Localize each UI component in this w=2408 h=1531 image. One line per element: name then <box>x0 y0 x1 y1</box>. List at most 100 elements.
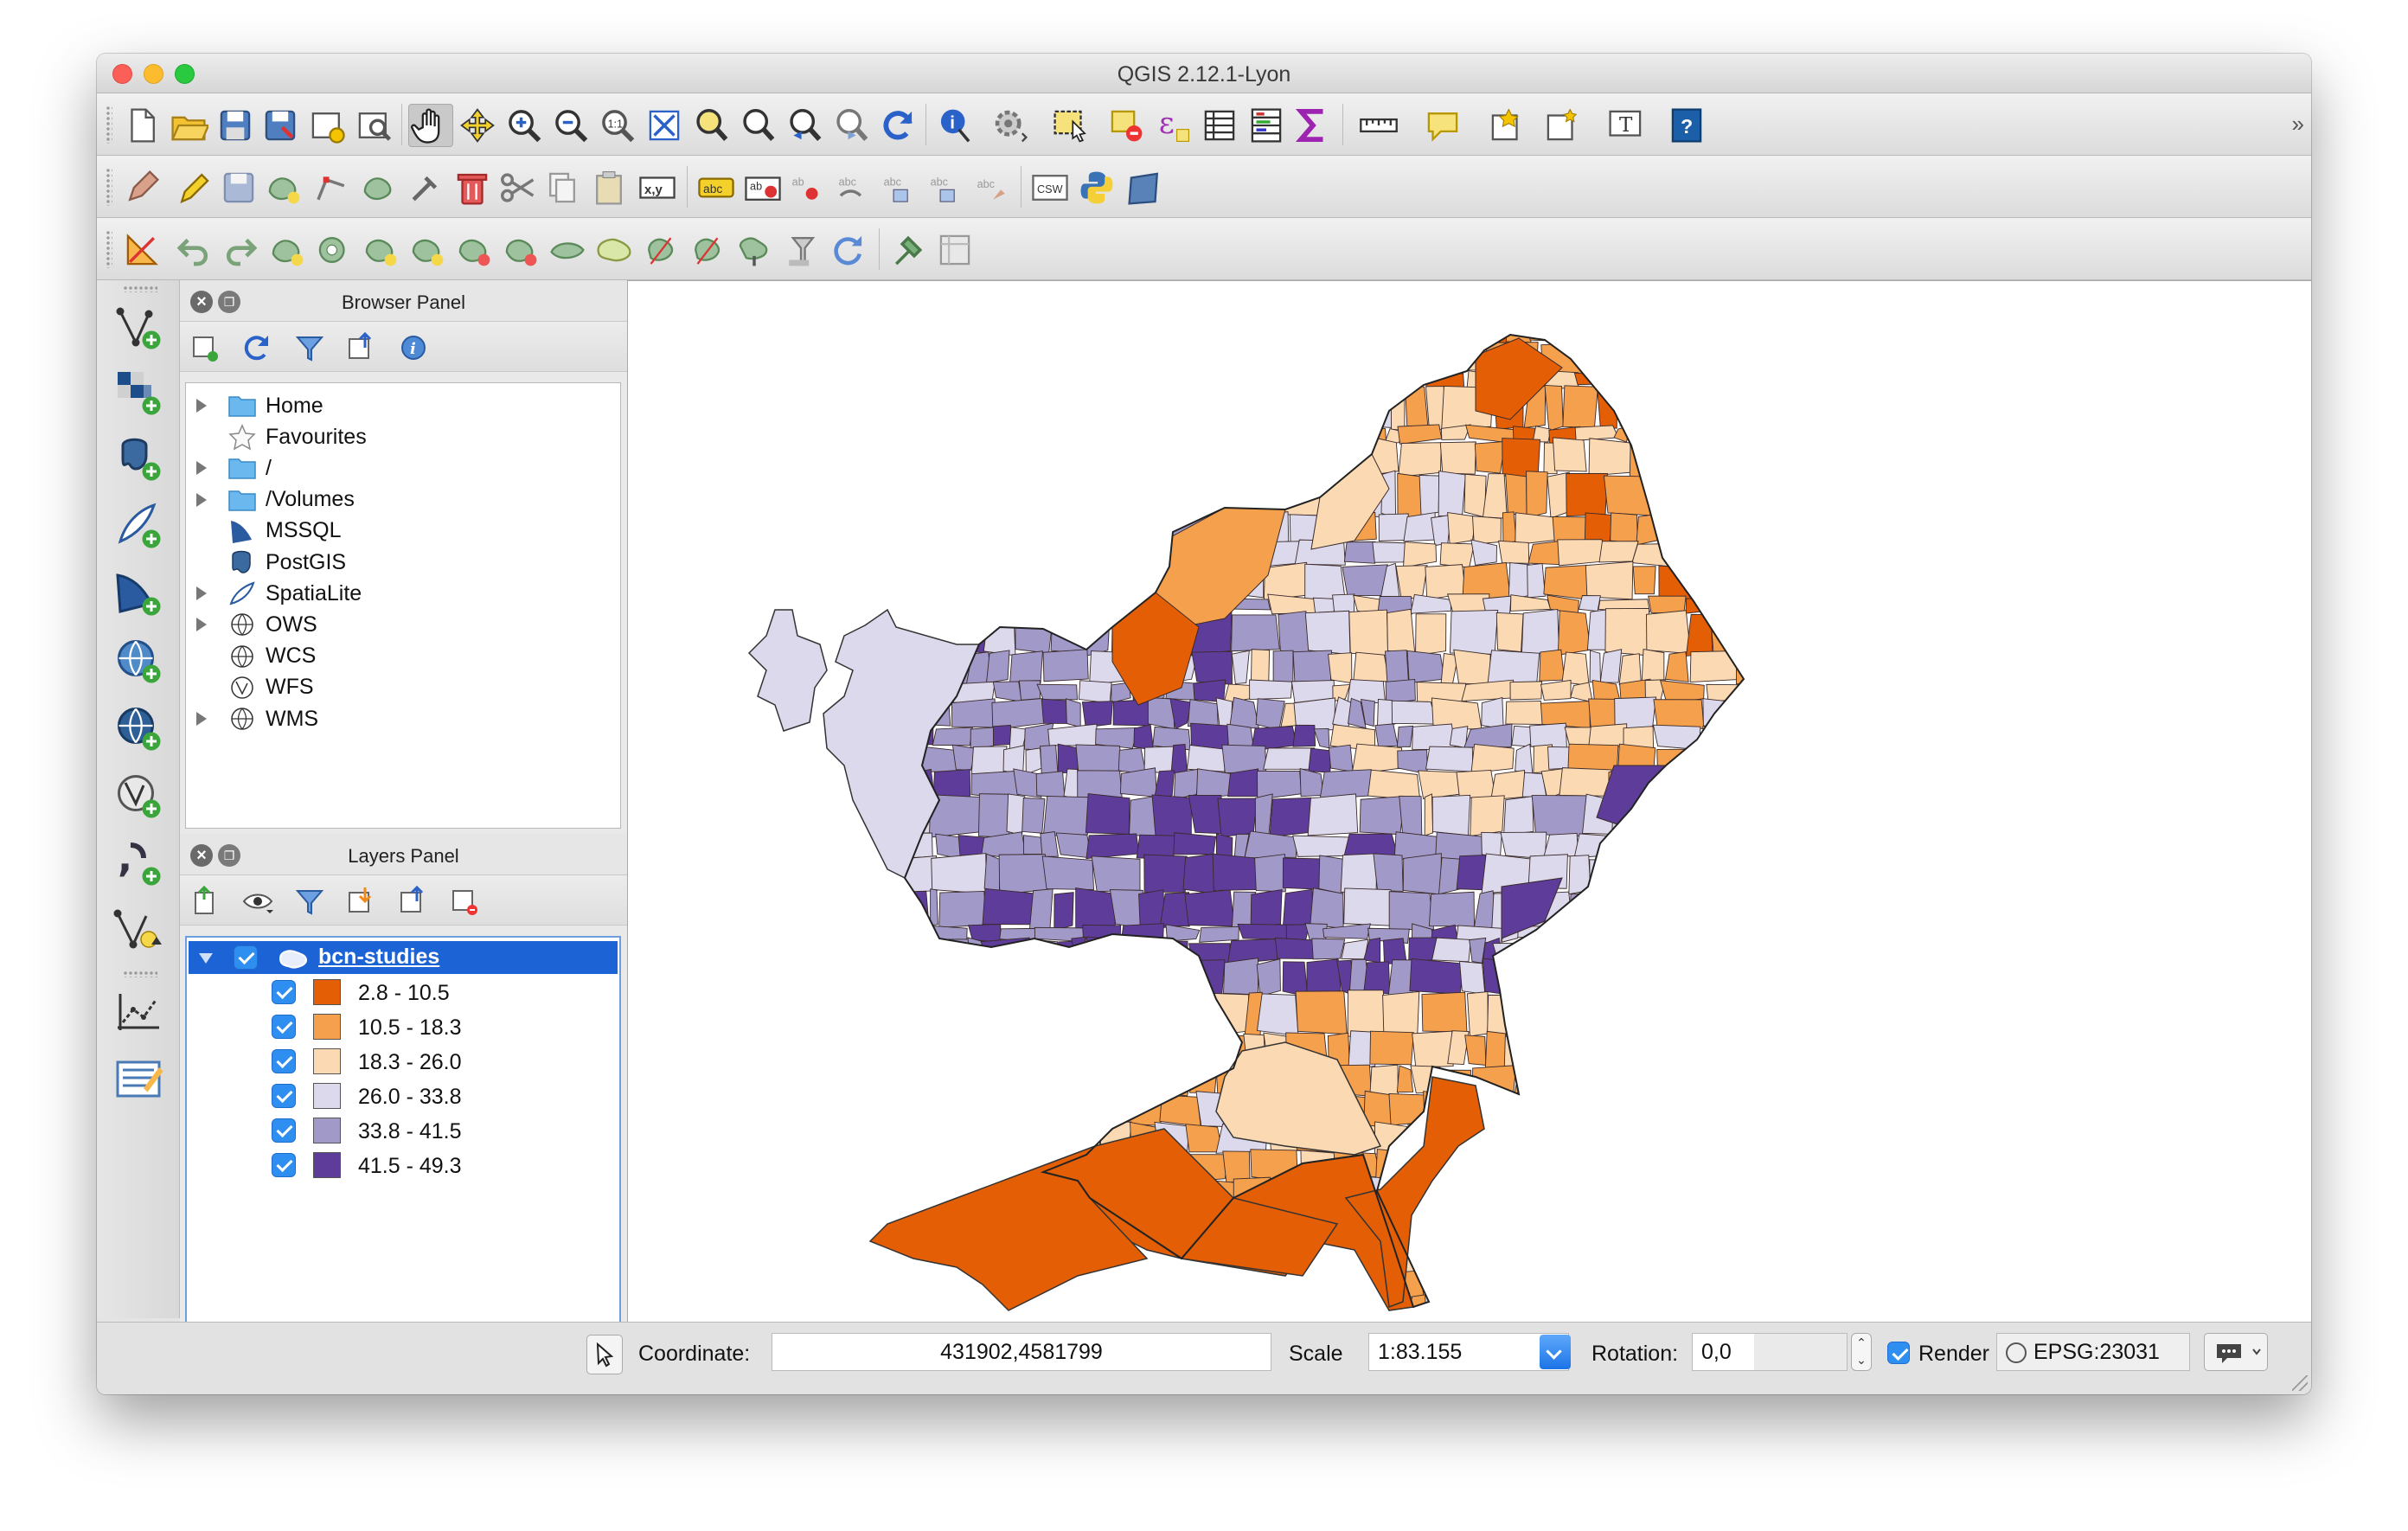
statistical-summary-icon[interactable] <box>1244 104 1289 147</box>
layer-tree[interactable]: bcn-studies 2.8 - 10.5 10.5 - 18.3 18.3 - … <box>185 936 621 1382</box>
browser-item-mssql[interactable]: MSSQL <box>186 516 620 547</box>
pan-icon[interactable] <box>408 104 453 147</box>
collapse-all-icon[interactable] <box>344 330 379 365</box>
move-label-icon[interactable]: abc <box>832 166 877 209</box>
add-wms-layer-icon[interactable] <box>112 635 164 687</box>
resize-grip[interactable] <box>2292 1375 2308 1391</box>
properties-icon[interactable]: i <box>396 330 431 365</box>
copy-features-icon[interactable] <box>540 166 585 209</box>
new-project-icon[interactable] <box>119 104 164 147</box>
legend-item-checkbox[interactable] <box>272 1049 296 1073</box>
legend-item-checkbox[interactable] <box>272 1153 296 1177</box>
rotation-spinner[interactable]: ⌃ ⌄ <box>1851 1333 1872 1371</box>
browser-item-favourites[interactable]: Favourites <box>186 421 620 452</box>
digitize-icon[interactable] <box>119 228 164 272</box>
zoom-out-icon[interactable] <box>548 104 593 147</box>
toolbar-grip[interactable] <box>106 168 112 206</box>
identify-icon[interactable]: i <box>932 104 977 147</box>
delete-part-icon[interactable] <box>452 228 496 272</box>
zoom-to-selection-icon[interactable] <box>688 104 733 147</box>
legend-item-checkbox[interactable] <box>272 1084 296 1108</box>
browser-tree[interactable]: Home Favourites / /Volumes MSSQL PostGIS Spati… <box>185 382 621 829</box>
merge-attributes-icon[interactable] <box>778 228 823 272</box>
split-features-icon[interactable] <box>638 228 683 272</box>
refresh-icon[interactable] <box>875 104 920 147</box>
offset-curve-icon[interactable] <box>545 228 590 272</box>
composer-manager-icon[interactable] <box>351 104 396 147</box>
expand-arrow-icon[interactable] <box>196 492 207 507</box>
browser-item-wms[interactable]: WMS <box>186 703 620 734</box>
show-hide-labels-icon[interactable]: ab <box>785 166 830 209</box>
expand-arrow-icon[interactable] <box>196 461 207 476</box>
save-project-icon[interactable] <box>213 104 258 147</box>
legend-item[interactable]: 10.5 - 18.3 <box>187 1010 619 1043</box>
add-ring-icon[interactable] <box>265 228 310 272</box>
expand-arrow-icon[interactable] <box>196 586 207 601</box>
reshape-icon[interactable] <box>498 228 543 272</box>
pan-to-selection-icon[interactable] <box>455 104 500 147</box>
browser-item-ows[interactable]: OWS <box>186 609 620 640</box>
filter-icon[interactable] <box>292 330 327 365</box>
rotate-point-icon[interactable] <box>825 228 870 272</box>
crs-status-button[interactable]: EPSG:23031 <box>1996 1333 2190 1371</box>
zoom-actual-size-icon[interactable]: 1:1 <box>595 104 640 147</box>
browser-item-wfs[interactable]: WFS <box>186 672 620 703</box>
add-selected-layer-icon[interactable] <box>189 330 223 365</box>
text-editor-icon[interactable] <box>112 1052 164 1104</box>
map-tips-icon[interactable] <box>1420 104 1465 147</box>
expand-arrow-icon[interactable] <box>196 399 207 413</box>
field-calculator-icon[interactable]: ε <box>1150 104 1195 147</box>
manage-visibility-icon[interactable] <box>240 884 275 919</box>
georeferencer-icon[interactable] <box>1123 166 1168 209</box>
undo-icon[interactable] <box>171 228 216 272</box>
edit-tool-icon[interactable] <box>403 166 448 209</box>
add-spatialite-layer-icon[interactable] <box>112 500 164 552</box>
legend-item[interactable]: 26.0 - 33.8 <box>187 1079 619 1112</box>
add-mssql-layer-icon[interactable] <box>112 567 164 619</box>
open-layer-styling-icon[interactable] <box>189 884 223 919</box>
pin-label-icon[interactable]: ab <box>740 166 785 209</box>
filter-legend-icon[interactable] <box>292 884 327 919</box>
layer-visibility-checkbox[interactable] <box>234 945 258 970</box>
add-wcs-layer-icon[interactable] <box>112 702 164 754</box>
browser-item-wcs[interactable]: WCS <box>186 641 620 672</box>
node-tool-icon[interactable] <box>310 166 355 209</box>
show-bookmarks-icon[interactable] <box>1540 104 1585 147</box>
browser-item-spatialite[interactable]: SpatiaLite <box>186 578 620 609</box>
layer-row-bcn-studies[interactable]: bcn-studies <box>189 941 618 974</box>
save-edits-icon[interactable] <box>216 166 261 209</box>
rotation-field[interactable]: 0,0 <box>1692 1333 1848 1371</box>
add-delimited-text-icon[interactable]: , <box>112 835 164 889</box>
tools-icon[interactable] <box>886 228 931 272</box>
add-feature-icon[interactable] <box>261 166 306 209</box>
add-postgis-layer-icon[interactable] <box>112 432 164 484</box>
move-feature-icon[interactable] <box>356 166 401 209</box>
rotate-label-icon[interactable]: abc <box>877 166 922 209</box>
legend-item-checkbox[interactable] <box>272 1118 296 1143</box>
label-tool-icon[interactable]: abc <box>970 166 1015 209</box>
merge-features-icon[interactable] <box>732 228 777 272</box>
legend-item-checkbox[interactable] <box>272 1015 296 1039</box>
scale-dropdown-button[interactable] <box>1540 1335 1571 1369</box>
toggle-editing-icon[interactable] <box>171 166 216 209</box>
collapse-arrow-icon[interactable] <box>199 953 213 964</box>
deselect-icon[interactable] <box>1104 104 1149 147</box>
toolbar-grip[interactable] <box>106 106 112 144</box>
legend-item[interactable]: 33.8 - 41.5 <box>187 1114 619 1147</box>
topology-icon[interactable] <box>932 228 977 272</box>
cut-features-icon[interactable] <box>495 166 540 209</box>
change-label-icon[interactable]: abc <box>924 166 969 209</box>
select-features-icon[interactable] <box>1048 104 1093 147</box>
zoom-next-icon[interactable] <box>829 104 874 147</box>
legend-item-checkbox[interactable] <box>272 980 296 1004</box>
delete-selected-icon[interactable] <box>450 166 495 209</box>
open-project-icon[interactable] <box>166 104 211 147</box>
add-wfs-layer-icon[interactable] <box>112 770 164 822</box>
zoom-in-icon[interactable] <box>502 104 547 147</box>
add-part-icon[interactable] <box>311 228 356 272</box>
legend-item[interactable]: 2.8 - 10.5 <box>187 976 619 1009</box>
new-bookmark-icon[interactable] <box>1484 104 1529 147</box>
label-icon[interactable]: abc <box>694 166 739 209</box>
browser-item-home[interactable]: Home <box>186 390 620 421</box>
python-icon[interactable] <box>1074 166 1119 209</box>
